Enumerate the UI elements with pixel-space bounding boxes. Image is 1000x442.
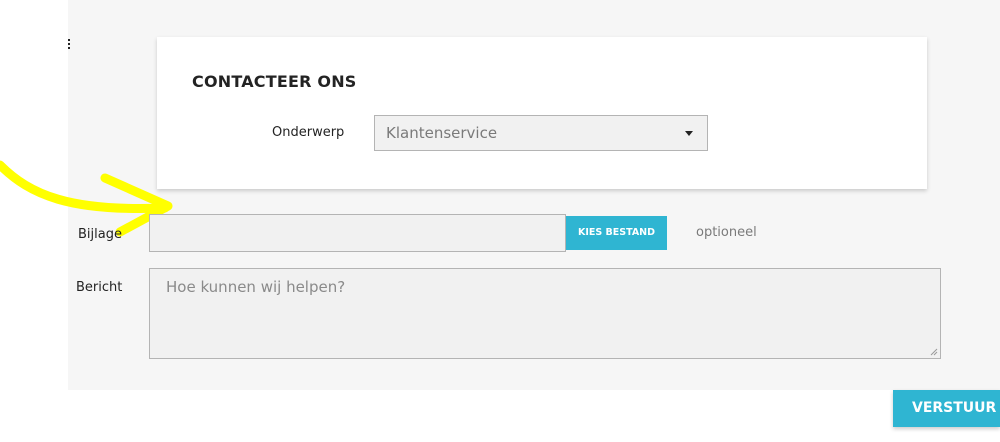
choose-file-button[interactable]: KIES BESTAND bbox=[566, 216, 667, 250]
kebab-menu-icon[interactable] bbox=[66, 39, 72, 55]
attachment-label: Bijlage bbox=[78, 227, 122, 242]
message-textarea[interactable]: Hoe kunnen wij helpen? bbox=[149, 268, 941, 359]
subject-select-value: Klantenservice bbox=[386, 124, 498, 142]
page: CONTACTEER ONS Onderwerp Klantenservice … bbox=[0, 0, 1000, 442]
subject-select[interactable]: Klantenservice bbox=[374, 115, 708, 151]
optional-note: optioneel bbox=[696, 225, 757, 240]
resize-handle-icon[interactable] bbox=[930, 348, 938, 356]
caret-down-icon bbox=[685, 131, 693, 136]
subject-label: Onderwerp bbox=[272, 125, 345, 140]
submit-button[interactable]: VERSTUUR bbox=[893, 390, 1000, 427]
message-label: Bericht bbox=[76, 280, 123, 295]
page-title: CONTACTEER ONS bbox=[192, 72, 357, 91]
contact-card: CONTACTEER ONS Onderwerp Klantenservice bbox=[157, 37, 927, 189]
message-placeholder: Hoe kunnen wij helpen? bbox=[166, 278, 346, 296]
attachment-file-input[interactable] bbox=[149, 214, 566, 252]
